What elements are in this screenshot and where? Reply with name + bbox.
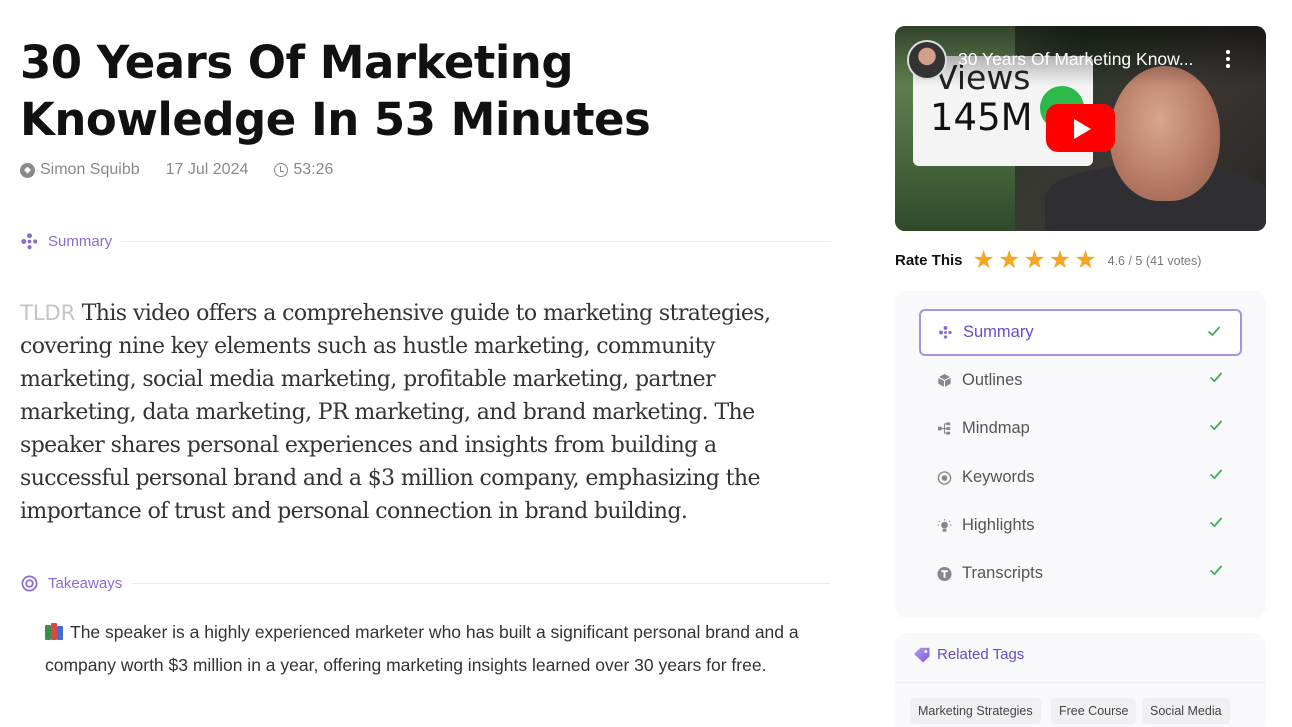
- takeaways-section-header: Takeaways: [20, 574, 830, 593]
- nav-item-label: Mindmap: [962, 419, 1030, 437]
- check-icon: [1209, 372, 1223, 383]
- check-icon: [1209, 469, 1223, 480]
- star-rating[interactable]: ★ ★ ★ ★ ★: [973, 248, 1100, 273]
- tag-chip[interactable]: Marketing Strategies: [910, 698, 1041, 724]
- nav-item-label: Outlines: [962, 371, 1023, 389]
- check-icon: [1207, 326, 1221, 337]
- nav-item-transcripts[interactable]: Transcripts: [919, 550, 1242, 597]
- takeaway-text: The speaker is a highly experienced mark…: [45, 622, 799, 675]
- mindmap-icon: [937, 421, 952, 436]
- transcript-icon: [937, 566, 952, 581]
- tldr-paragraph: TLDR This video offers a comprehensive g…: [20, 297, 810, 528]
- article-meta: Simon Squibb 17 Jul 2024 53:26: [20, 161, 333, 179]
- star-icon[interactable]: ★: [1049, 248, 1071, 273]
- nav-item-label: Highlights: [962, 516, 1035, 534]
- video-player[interactable]: Views 145M 30 Years Of Marketing Know...: [895, 26, 1266, 231]
- nav-item-label: Keywords: [962, 468, 1035, 486]
- tag-chip[interactable]: Free Course: [1051, 698, 1137, 724]
- star-icon[interactable]: ★: [998, 248, 1020, 273]
- alarm-clock-icon: [274, 163, 289, 177]
- channel-avatar[interactable]: [907, 40, 947, 80]
- sparkle-icon: [938, 325, 953, 340]
- related-tags-label: Related Tags: [937, 646, 1025, 663]
- play-button[interactable]: [1046, 104, 1115, 152]
- target-icon: [937, 470, 952, 485]
- rating-score: 4.6 / 5 (41 votes): [1107, 253, 1202, 268]
- duration: 53:26: [274, 161, 333, 179]
- more-options-icon[interactable]: [1226, 50, 1230, 68]
- nav-item-label: Summary: [963, 323, 1034, 341]
- author[interactable]: Simon Squibb: [20, 161, 140, 179]
- star-icon[interactable]: ★: [1023, 248, 1045, 273]
- rating-row: Rate This ★ ★ ★ ★ ★ 4.6 / 5 (41 votes): [895, 248, 1201, 273]
- cube-icon: [937, 373, 952, 388]
- nav-item-highlights[interactable]: Highlights: [919, 502, 1242, 549]
- nav-item-mindmap[interactable]: Mindmap: [919, 405, 1242, 452]
- star-icon[interactable]: ★: [973, 248, 995, 273]
- tag-chip[interactable]: Social Media: [1142, 698, 1230, 724]
- video-title[interactable]: 30 Years Of Marketing Know...: [958, 49, 1208, 70]
- sparkle-icon: [21, 233, 38, 250]
- thumbnail-views-count: 145M: [930, 96, 1033, 139]
- publish-date: 17 Jul 2024: [165, 161, 249, 178]
- nav-item-summary[interactable]: Summary: [919, 309, 1242, 356]
- tldr-tag: TLDR: [20, 301, 76, 325]
- takeaway-item: The speaker is a highly experienced mark…: [45, 616, 835, 682]
- check-icon: [1209, 420, 1223, 431]
- divider: [122, 241, 830, 242]
- nav-item-keywords[interactable]: Keywords: [919, 454, 1242, 501]
- books-icon: [45, 623, 64, 640]
- target-icon: [21, 575, 38, 592]
- rate-label: Rate This: [895, 252, 963, 269]
- page-title: 30 Years Of Marketing Knowledge In 53 Mi…: [20, 36, 651, 146]
- tag-icon: [914, 647, 930, 662]
- author-name: Simon Squibb: [40, 161, 140, 178]
- check-icon: [1209, 517, 1223, 528]
- tldr-text: This video offers a comprehensive guide …: [20, 301, 771, 524]
- author-icon: [20, 162, 35, 178]
- divider: [132, 583, 830, 584]
- nav-item-label: Transcripts: [962, 564, 1043, 582]
- divider: [895, 682, 1266, 683]
- nav-item-outlines[interactable]: Outlines: [919, 357, 1242, 404]
- duration-value: 53:26: [293, 161, 334, 178]
- star-icon[interactable]: ★: [1074, 248, 1096, 273]
- related-tags-header: Related Tags: [913, 646, 1024, 663]
- summary-section-label: Summary: [48, 233, 113, 250]
- check-icon: [1209, 565, 1223, 576]
- takeaways-section-label: Takeaways: [48, 575, 123, 592]
- thumbnail-face: [1110, 66, 1220, 201]
- summary-section-header: Summary: [20, 232, 830, 251]
- bulb-icon: [937, 518, 952, 533]
